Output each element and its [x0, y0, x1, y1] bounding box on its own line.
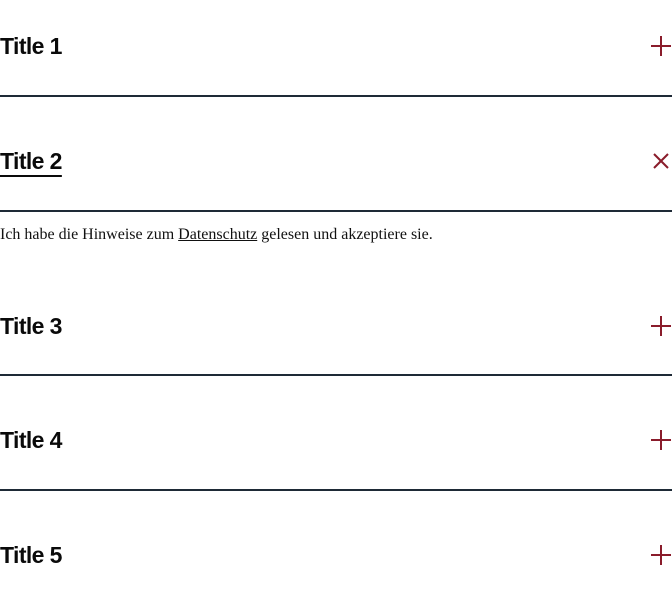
accordion-title: Title 4: [0, 427, 62, 453]
accordion-item-title-3[interactable]: Title 3: [0, 306, 672, 346]
consent-text-before: Ich habe die Hinweise zum: [0, 226, 179, 243]
divider: [0, 489, 672, 491]
divider: [0, 374, 672, 376]
plus-icon[interactable]: [650, 429, 672, 451]
divider: [0, 95, 672, 97]
close-icon[interactable]: [650, 150, 672, 172]
accordion-title: Title 5: [0, 542, 62, 568]
consent-text-after: gelesen und akzeptiere sie.: [257, 226, 433, 243]
plus-icon[interactable]: [650, 315, 672, 337]
accordion-item-title-1[interactable]: Title 1: [0, 26, 672, 66]
plus-icon[interactable]: [650, 35, 672, 57]
accordion-title: Title 2: [0, 148, 62, 174]
accordion-title: Title 3: [0, 313, 62, 339]
accordion-panel-content: Ich habe die Hinweise zum Datenschutz ge…: [0, 224, 433, 246]
accordion-item-title-2[interactable]: Title 2: [0, 141, 672, 181]
divider: [0, 210, 672, 212]
accordion-title: Title 1: [0, 33, 62, 59]
privacy-link[interactable]: Datenschutz: [178, 226, 257, 243]
accordion-item-title-4[interactable]: Title 4: [0, 420, 672, 460]
plus-icon[interactable]: [650, 544, 672, 566]
accordion-item-title-5[interactable]: Title 5: [0, 535, 672, 575]
